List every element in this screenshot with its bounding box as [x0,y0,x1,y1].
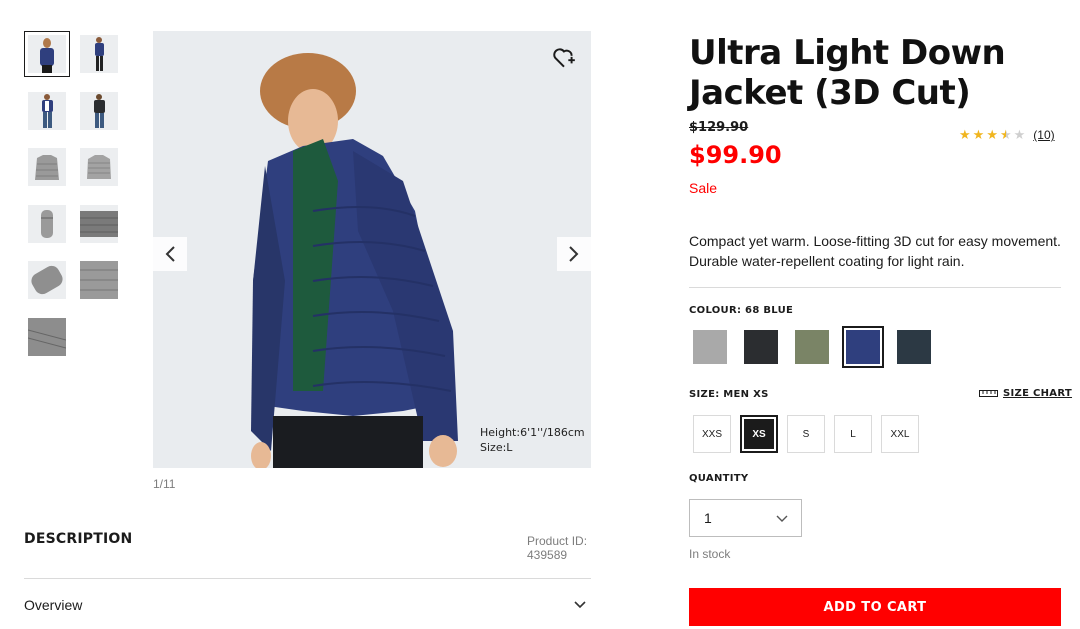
quantity-select[interactable]: 1 [689,499,802,537]
thumbnail-model-back[interactable] [76,88,122,134]
colour-swatch-navy[interactable] [893,326,935,368]
wishlist-heart-icon[interactable] [551,45,577,71]
size-option-xxs[interactable]: XXS [693,415,731,453]
thumbnail-model-side[interactable] [76,31,122,77]
size-option-xxl[interactable]: XXL [881,415,919,453]
thumbnail-jacket-flat[interactable] [76,201,122,247]
star-icon: ★ [972,127,985,142]
add-to-cart-button[interactable]: ADD TO CART [689,588,1061,626]
quantity-value: 1 [704,510,712,526]
rating: ★ ★ ★ ★ ★ (10) [959,127,1055,143]
thumbnail-detail-zip[interactable] [24,314,70,360]
image-counter: 1/11 [153,477,176,491]
thumbnail-model-front[interactable] [24,31,70,77]
divider [24,578,591,579]
chevron-down-icon[interactable] [572,598,588,612]
star-empty-icon: ★ [1013,127,1026,142]
chevron-left-icon [165,246,175,262]
colour-swatch-gray[interactable] [689,326,731,368]
size-label: SIZE: MEN XS [689,389,769,400]
colour-swatch-black[interactable] [740,326,782,368]
quantity-label: QUANTITY [689,473,749,484]
chevron-down-icon [776,515,788,522]
size-chart-link[interactable]: SIZE CHART [979,388,1072,399]
size-option-s[interactable]: S [787,415,825,453]
colour-swatches [689,326,935,368]
thumbnail-jacket-back[interactable] [76,144,122,190]
ruler-icon [979,390,998,397]
colour-swatch-blue[interactable] [842,326,884,368]
product-blurb: Compact yet warm. Loose-fitting 3D cut f… [689,233,1061,269]
star-icon: ★ [986,127,998,142]
overview-toggle[interactable]: Overview [24,597,82,613]
model-size: Size:L [480,441,513,454]
thumbnail-pouch[interactable] [24,201,70,247]
stock-status: In stock [689,547,731,561]
sale-label: Sale [689,180,718,196]
product-main-image: Height:6'1''/186cm Size:L [153,31,591,468]
divider [689,287,1061,288]
colour-swatch-olive[interactable] [791,326,833,368]
review-count-link[interactable]: (10) [1033,128,1054,142]
thumbnail-detail-quilt[interactable] [24,257,70,303]
product-id-value: 439589 [527,548,568,562]
half-star-icon: ★ [999,127,1012,142]
chevron-right-icon [569,246,579,262]
product-title: Ultra Light Down Jacket (3D Cut) [689,33,1006,113]
next-image-button[interactable] [557,237,591,271]
colour-label: COLOUR: 68 BLUE [689,305,794,316]
size-option-xs[interactable]: XS [740,415,778,453]
previous-image-button[interactable] [153,237,187,271]
model-info: Height:6'1''/186cm Size:L [480,425,585,455]
sale-price: $99.90 [689,141,782,169]
size-options: XXS XS S L XXL [693,415,919,453]
size-chart-label: SIZE CHART [1003,388,1073,399]
model-illustration [251,53,458,468]
model-height: Height:6'1''/186cm [480,426,585,439]
thumbnail-model-open[interactable] [24,88,70,134]
thumbnail-detail-fabric[interactable] [76,257,122,303]
size-option-l[interactable]: L [834,415,872,453]
description-heading: DESCRIPTION [24,531,133,547]
product-id-label: Product ID: [527,534,588,548]
star-icon: ★ [959,127,971,142]
product-id: Product ID: 439589 [527,534,587,562]
original-price: $129.90 [689,120,749,135]
thumbnail-jacket-front[interactable] [24,144,70,190]
